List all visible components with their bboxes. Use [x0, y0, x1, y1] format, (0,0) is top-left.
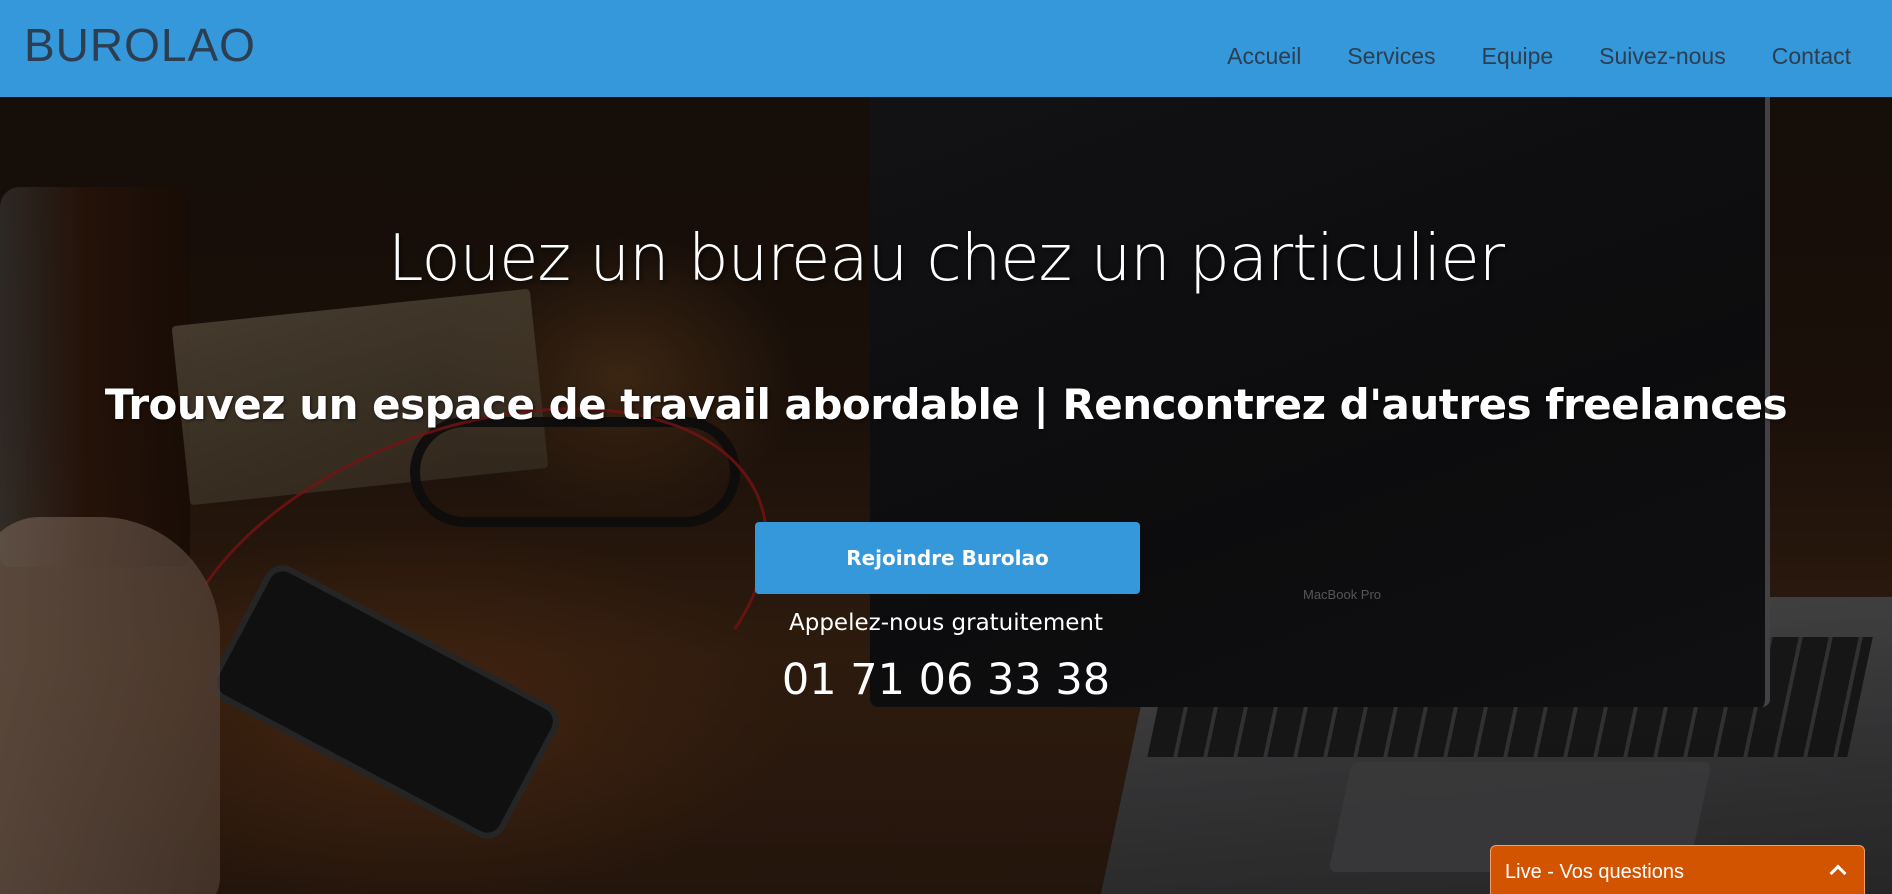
live-chat-label: Live - Vos questions — [1505, 861, 1684, 883]
navbar: BUROLAO Accueil Services Equipe Suivez-n… — [0, 0, 1892, 97]
brand-logo[interactable]: BUROLAO — [24, 22, 256, 68]
live-chat-tab[interactable]: Live - Vos questions — [1490, 845, 1865, 894]
hero-subtitle: Trouvez un espace de travail abordable |… — [104, 380, 1788, 429]
chevron-up-icon[interactable] — [1829, 864, 1847, 882]
hero-overlay — [0, 97, 1892, 894]
hero-section: MacBook Pro — [0, 97, 1892, 894]
main-nav: Accueil Services Equipe Suivez-nous Cont… — [1227, 45, 1851, 68]
phone-number[interactable]: 01 71 06 33 38 — [0, 655, 1892, 705]
call-label: Appelez-nous gratuitement — [789, 610, 1103, 636]
nav-item-contact[interactable]: Contact — [1772, 45, 1851, 68]
nav-item-equipe[interactable]: Equipe — [1482, 45, 1554, 68]
nav-item-accueil[interactable]: Accueil — [1227, 45, 1301, 68]
nav-item-services[interactable]: Services — [1347, 45, 1435, 68]
nav-item-suivez-nous[interactable]: Suivez-nous — [1599, 45, 1726, 68]
join-button[interactable]: Rejoindre Burolao — [755, 522, 1140, 594]
hero-title: Louez un bureau chez un particulier — [387, 222, 1505, 296]
